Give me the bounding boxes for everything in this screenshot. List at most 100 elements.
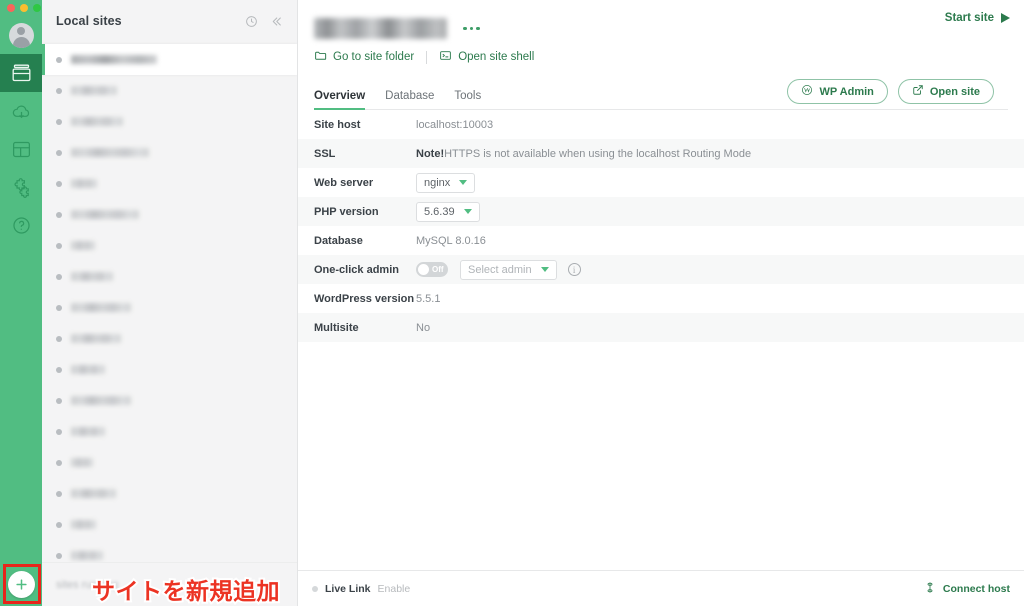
detail-row: Multisite No [298,313,1024,342]
detail-row: One-click admin Off Select admin i [298,255,1024,284]
site-list-item[interactable] [42,416,297,447]
close-window-button[interactable] [7,4,15,12]
site-status-dot [56,242,62,249]
site-status-dot [56,211,62,218]
live-link-label: Live Link [325,582,371,595]
detail-row-label: SSL [314,147,336,160]
detail-row-label: Site host [314,118,361,131]
primary-nav-rail [0,0,42,606]
sidebar-item-blueprints[interactable] [0,130,42,168]
start-site-button[interactable]: Start site [945,12,1010,24]
avatar-icon [8,22,34,48]
detail-row-label: Multisite [314,321,359,334]
site-name-redacted [71,117,123,126]
account-avatar[interactable] [0,16,42,54]
sidebar-item-cloud-backups[interactable] [0,92,42,130]
question-icon [11,215,32,236]
site-list-item[interactable] [42,354,297,385]
tab-tools[interactable]: Tools [454,90,481,109]
site-name-redacted [71,179,97,188]
open-site-shell-label: Open site shell [458,51,535,63]
site-list-item[interactable] [42,44,297,75]
site-status-dot [56,428,62,435]
detail-select[interactable]: 5.6.39 [416,201,480,222]
site-list-item[interactable] [42,230,297,261]
detail-row-label: Web server [314,176,374,189]
clock-icon[interactable] [245,15,258,28]
site-name-redacted [71,334,121,343]
one-click-admin-toggle[interactable]: Off [416,262,448,277]
maximize-window-button[interactable] [33,4,41,12]
site-list-item[interactable] [42,540,297,562]
site-list-item[interactable] [42,261,297,292]
detail-row-value: Note! HTTPS is not available when using … [416,147,752,160]
ellipsis-icon[interactable] [461,23,482,35]
sidebar-item-help[interactable] [0,206,42,244]
add-site-annotation: サイトを新規追加 [90,576,282,606]
live-link-enable-button[interactable]: Enable [378,583,411,595]
go-to-site-folder-label: Go to site folder [333,51,415,63]
connect-host-button[interactable]: Connect host [924,581,1010,597]
site-list-item[interactable] [42,509,297,540]
minimize-window-button[interactable] [20,4,28,12]
site-status-dot [56,490,62,497]
site-name-redacted [71,241,95,250]
go-to-site-folder-link[interactable]: Go to site folder [314,49,414,65]
site-list-item[interactable] [42,75,297,106]
site-status-dot [56,56,62,63]
tab-overview[interactable]: Overview [314,90,366,110]
site-status-dot [56,304,62,311]
info-icon[interactable]: i [567,263,581,276]
window-traffic-lights [0,0,42,16]
site-name-redacted [71,86,117,95]
local-sites-list[interactable] [42,42,297,562]
open-site-button[interactable]: Open site [897,79,994,104]
local-app-window: Local sites sites running サイトを新規追加 Start… [0,0,1024,606]
detail-select[interactable]: nginx [416,172,476,193]
detail-row: WordPress version 5.5.1 [298,284,1024,313]
add-site-button[interactable] [0,562,42,606]
wordpress-icon [801,84,813,99]
site-list-item[interactable] [42,137,297,168]
site-name-redacted [71,520,96,529]
detail-row-value: 5.6.39 [416,201,480,222]
site-list-item[interactable] [42,478,297,509]
site-list-item[interactable] [42,323,297,354]
status-bar: Live Link Enable Connect host [298,570,1024,606]
site-list-item[interactable] [42,168,297,199]
detail-row-label: PHP version [314,205,379,218]
site-name-redacted [71,489,116,498]
site-quick-links: Go to site folder Open site shell [314,49,1008,65]
select-admin-dropdown[interactable]: Select admin [460,259,557,280]
site-list-item[interactable] [42,385,297,416]
chevron-down-icon [463,209,472,214]
site-status-dot [56,273,62,280]
wp-admin-button[interactable]: WP Admin [787,79,888,104]
site-list-item[interactable] [42,292,297,323]
detail-row: Web server nginx [298,168,1024,197]
connect-host-label: Connect host [942,582,1010,595]
site-name-redacted [71,148,149,157]
site-name-redacted [71,427,105,436]
local-sites-header: Local sites [42,0,297,42]
sidebar-item-add-ons[interactable] [0,168,42,206]
site-list-item[interactable] [42,447,297,478]
site-name-redacted [71,55,157,64]
detail-row-value: MySQL 8.0.16 [416,234,486,247]
connect-icon [924,581,936,597]
sidebar-item-sites[interactable] [0,54,42,92]
chevron-double-left-icon[interactable] [270,15,283,28]
site-status-dot [56,118,62,125]
detail-select-value: 5.6.39 [424,205,455,218]
open-site-shell-link[interactable]: Open site shell [439,49,534,65]
play-icon [1001,13,1010,23]
detail-row: PHP version 5.6.39 [298,197,1024,226]
live-link-status: Live Link Enable [312,583,410,595]
detail-row: Database MySQL 8.0.16 [298,226,1024,255]
tab-database[interactable]: Database [385,90,434,109]
site-list-item[interactable] [42,106,297,137]
site-status-dot [56,459,62,466]
puzzle-icon [11,177,32,198]
site-name-redacted [71,396,131,405]
site-list-item[interactable] [42,199,297,230]
